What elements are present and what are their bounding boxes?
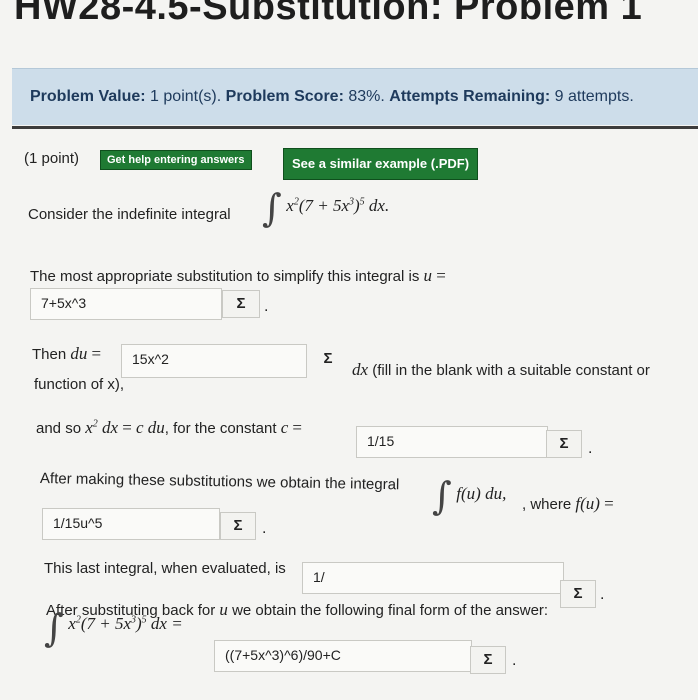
integral-sign: ∫ xyxy=(432,474,452,518)
const-prefix-text: and so xyxy=(36,420,82,437)
integral-sign: ∫ xyxy=(262,186,282,230)
evaluated-equation-editor-button[interactable]: Σ xyxy=(560,580,596,608)
substitution-prompt-text: The most appropriate substitution to sim… xyxy=(30,268,420,285)
problem-value-label: Problem Value: xyxy=(30,88,146,105)
final-equation-editor-button[interactable]: Σ xyxy=(470,646,506,674)
fu-du-expression: f(u) du, xyxy=(456,484,507,503)
similar-example-button[interactable]: See a similar example (.PDF) xyxy=(283,148,479,180)
page-title: HW28-4.5-Substitution: Problem 1 xyxy=(14,0,643,28)
u-symbol: u xyxy=(219,600,228,619)
last-integral-prompt: This last integral, when evaluated, is xyxy=(44,560,286,577)
du-prefix-text: Then xyxy=(32,346,67,363)
du-prompt-prefix: Then du = xyxy=(32,344,102,363)
period: . xyxy=(262,520,267,537)
final-integral-expression: ∫ x2(7 + 5x3)5 dx = xyxy=(44,606,183,650)
problem-info-text: Problem Value: 1 point(s). Problem Score… xyxy=(30,88,634,106)
fu-integral-expression: ∫ f(u) du, xyxy=(432,474,506,518)
du-symbol: du xyxy=(70,344,88,363)
integral-sign: ∫ xyxy=(44,606,64,650)
x2-dx-expression: x2 dx xyxy=(85,418,119,437)
help-entering-answers-button[interactable]: Get help entering answers xyxy=(100,150,252,170)
after-prompt: After making these substitutions we obta… xyxy=(39,470,400,494)
final-answer-input[interactable]: ((7+5x^3)^6)/90+C xyxy=(214,640,472,672)
fu-equation-editor-button[interactable]: Σ xyxy=(220,512,256,540)
u-answer-input[interactable]: 7+5x^3 xyxy=(30,288,222,320)
attempts-value: 9 attempts. xyxy=(554,88,634,105)
dx-symbol: dx xyxy=(352,360,369,379)
problem-score-label: Problem Score: xyxy=(225,88,344,105)
period: . xyxy=(264,298,269,315)
substitution-prompt: The most appropriate substitution to sim… xyxy=(30,266,446,285)
du-suffix-line-2: function of x), xyxy=(34,376,125,393)
problem-points: (1 point) xyxy=(24,150,80,167)
period: . xyxy=(512,652,517,669)
period: . xyxy=(588,440,593,457)
du-equation-editor-button[interactable]: Σ xyxy=(310,346,346,376)
du-answer-input[interactable]: 15x^2 xyxy=(121,344,307,378)
u-equals: u xyxy=(423,266,433,285)
const-mid-text: , for the constant xyxy=(164,420,277,437)
final-integrand: x2(7 + 5x3)5 dx = xyxy=(68,614,183,633)
problem-intro: Consider the indefinite integral xyxy=(28,206,231,223)
after-mid-text: , where xyxy=(522,496,572,513)
evaluated-answer-input[interactable]: 1/ xyxy=(302,562,564,594)
attempts-label: Attempts Remaining: xyxy=(389,88,551,105)
constant-prompt: and so x2 dx = c du, for the constant c … xyxy=(36,418,303,437)
c-symbol: c xyxy=(280,418,289,437)
du-suffix-text: (fill in the blank with a suitable const… xyxy=(372,362,650,379)
problem-score: 83%. xyxy=(348,88,385,105)
du-suffix: dx (fill in the blank with a suitable co… xyxy=(352,360,650,380)
fu-where: , where f(u) = xyxy=(522,494,614,513)
u-equation-editor-button[interactable]: Σ xyxy=(222,290,260,318)
fu-answer-input[interactable]: 1/15u^5 xyxy=(42,508,220,540)
integrand: x2(7 + 5x3)5 dx. xyxy=(286,196,390,215)
c-answer-input[interactable]: 1/15 xyxy=(356,426,548,458)
c-du-expression: c du xyxy=(136,418,165,437)
problem-value: 1 point(s). xyxy=(150,88,222,105)
back-prompt-post: we obtain the following final form of th… xyxy=(232,602,549,619)
period: . xyxy=(600,586,605,603)
c-equation-editor-button[interactable]: Σ xyxy=(546,430,582,458)
integral-expression: ∫ x2(7 + 5x3)5 dx. xyxy=(262,186,389,230)
info-bar-divider xyxy=(12,126,698,129)
fu-symbol: f(u) xyxy=(575,494,600,513)
